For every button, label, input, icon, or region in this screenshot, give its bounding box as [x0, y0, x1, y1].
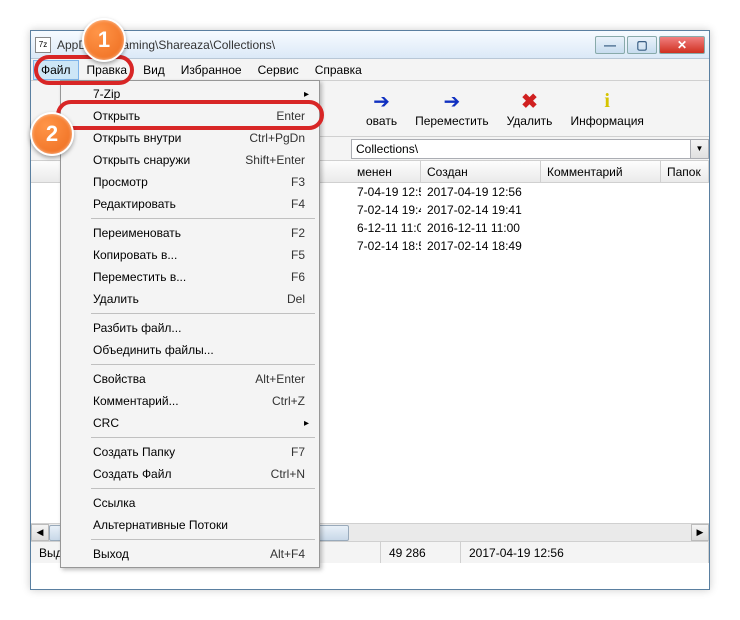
close-button[interactable]: ✕ [659, 36, 705, 54]
callout-1: 1 [82, 18, 126, 62]
menu-item-label: Просмотр [93, 175, 148, 189]
menu-item-переместить-в-[interactable]: Переместить в... F6 [63, 266, 317, 288]
menu-item-label: Создать Файл [93, 467, 171, 481]
menu-item-объединить-файлы-[interactable]: Объединить файлы... [63, 339, 317, 361]
menu-item-shortcut: Ctrl+Z [272, 394, 305, 408]
info-icon: i [570, 90, 643, 114]
col-modified[interactable]: менен [351, 161, 421, 182]
menu-item-shortcut: Shift+Enter [245, 153, 305, 167]
menu-view[interactable]: Вид [135, 60, 173, 80]
menu-item-альтернативные-потоки[interactable]: Альтернативные Потоки [63, 514, 317, 536]
menu-separator [91, 364, 315, 365]
menu-item-shortcut: F2 [291, 226, 305, 240]
menu-separator [91, 313, 315, 314]
menu-item-открыть[interactable]: Открыть Enter [63, 105, 317, 127]
toolbar-delete[interactable]: ✖ Удалить [507, 90, 553, 128]
menu-item-ссылка[interactable]: Ссылка [63, 492, 317, 514]
menu-item-shortcut: F4 [291, 197, 305, 211]
scroll-right-button[interactable]: ▶ [691, 524, 709, 541]
toolbar-copy[interactable]: ➔ овать [366, 90, 397, 128]
col-created[interactable]: Создан [421, 161, 541, 182]
menu-item-создать-папку[interactable]: Создать Папку F7 [63, 441, 317, 463]
menu-item-label: Удалить [93, 292, 139, 306]
status-date: 2017-04-19 12:56 [461, 542, 709, 563]
address-dropdown-button[interactable]: ▼ [691, 139, 709, 159]
minimize-button[interactable]: — [595, 36, 625, 54]
menu-tools[interactable]: Сервис [250, 60, 307, 80]
menu-item-label: Создать Папку [93, 445, 175, 459]
col-folders[interactable]: Папок [661, 161, 709, 182]
menu-item-выход[interactable]: Выход Alt+F4 [63, 543, 317, 565]
menu-item-label: Свойства [93, 372, 146, 386]
menu-item-label: CRC [93, 416, 119, 430]
menu-item-shortcut: Alt+F4 [270, 547, 305, 561]
menu-item-label: Открыть снаружи [93, 153, 190, 167]
arrow-right-icon: ➔ [415, 90, 489, 114]
menu-item-crc[interactable]: CRC [63, 412, 317, 434]
menu-edit[interactable]: Правка [79, 60, 136, 80]
menu-separator [91, 539, 315, 540]
menu-item-свойства[interactable]: Свойства Alt+Enter [63, 368, 317, 390]
callout-2: 2 [30, 112, 74, 156]
menu-item-открыть-внутри[interactable]: Открыть внутри Ctrl+PgDn [63, 127, 317, 149]
menu-item-shortcut: Ctrl+N [271, 467, 305, 481]
menu-item-label: Переименовать [93, 226, 181, 240]
toolbar-move[interactable]: ➔ Переместить [415, 90, 489, 128]
menu-help[interactable]: Справка [307, 60, 370, 80]
window-title: AppData\Roaming\Shareaza\Collections\ [57, 38, 595, 52]
scroll-left-button[interactable]: ◀ [31, 524, 49, 541]
status-size2: 49 286 [381, 542, 461, 563]
x-icon: ✖ [507, 90, 553, 114]
menu-item-label: Копировать в... [93, 248, 177, 262]
menu-separator [91, 437, 315, 438]
menu-item-label: Выход [93, 547, 129, 561]
menu-favorites[interactable]: Избранное [173, 60, 250, 80]
menu-item-shortcut: Ctrl+PgDn [249, 131, 305, 145]
menu-item-удалить[interactable]: Удалить Del [63, 288, 317, 310]
menu-item-shortcut: Alt+Enter [255, 372, 305, 386]
menu-item-комментарий-[interactable]: Комментарий... Ctrl+Z [63, 390, 317, 412]
file-menu-dropdown: 7-Zip Открыть Enter Открыть внутри Ctrl+PgDn… [60, 80, 320, 568]
menu-separator [91, 218, 315, 219]
menu-item-label: Объединить файлы... [93, 343, 214, 357]
menu-item-разбить-файл-[interactable]: Разбить файл... [63, 317, 317, 339]
menu-item-label: 7-Zip [93, 87, 120, 101]
col-comment[interactable]: Комментарий [541, 161, 661, 182]
menu-item-shortcut: F5 [291, 248, 305, 262]
app-icon: 7z [35, 37, 51, 53]
menu-item-label: Комментарий... [93, 394, 179, 408]
menu-item-label: Альтернативные Потоки [93, 518, 228, 532]
menu-file[interactable]: Файл [33, 60, 79, 80]
menu-item-label: Ссылка [93, 496, 135, 510]
menu-item-label: Редактировать [93, 197, 176, 211]
menu-item-shortcut: F7 [291, 445, 305, 459]
menu-item-копировать-в-[interactable]: Копировать в... F5 [63, 244, 317, 266]
menu-item-редактировать[interactable]: Редактировать F4 [63, 193, 317, 215]
arrow-right-icon: ➔ [366, 90, 397, 114]
titlebar: 7z AppData\Roaming\Shareaza\Collections\… [31, 31, 709, 59]
menubar: Файл Правка Вид Избранное Сервис Справка [31, 59, 709, 81]
window-controls: — ▢ ✕ [595, 36, 705, 54]
menu-item-shortcut: Enter [276, 109, 305, 123]
menu-item-label: Разбить файл... [93, 321, 181, 335]
menu-item-переименовать[interactable]: Переименовать F2 [63, 222, 317, 244]
menu-item-label: Переместить в... [93, 270, 186, 284]
menu-item-создать-файл[interactable]: Создать Файл Ctrl+N [63, 463, 317, 485]
menu-item-shortcut: F3 [291, 175, 305, 189]
menu-item-открыть-снаружи[interactable]: Открыть снаружи Shift+Enter [63, 149, 317, 171]
menu-item-7-zip[interactable]: 7-Zip [63, 83, 317, 105]
menu-item-shortcut: Del [287, 292, 305, 306]
maximize-button[interactable]: ▢ [627, 36, 657, 54]
menu-separator [91, 488, 315, 489]
menu-item-label: Открыть [93, 109, 140, 123]
address-input[interactable] [351, 139, 691, 159]
menu-item-label: Открыть внутри [93, 131, 181, 145]
menu-item-shortcut: F6 [291, 270, 305, 284]
menu-item-просмотр[interactable]: Просмотр F3 [63, 171, 317, 193]
toolbar-info[interactable]: i Информация [570, 90, 643, 128]
